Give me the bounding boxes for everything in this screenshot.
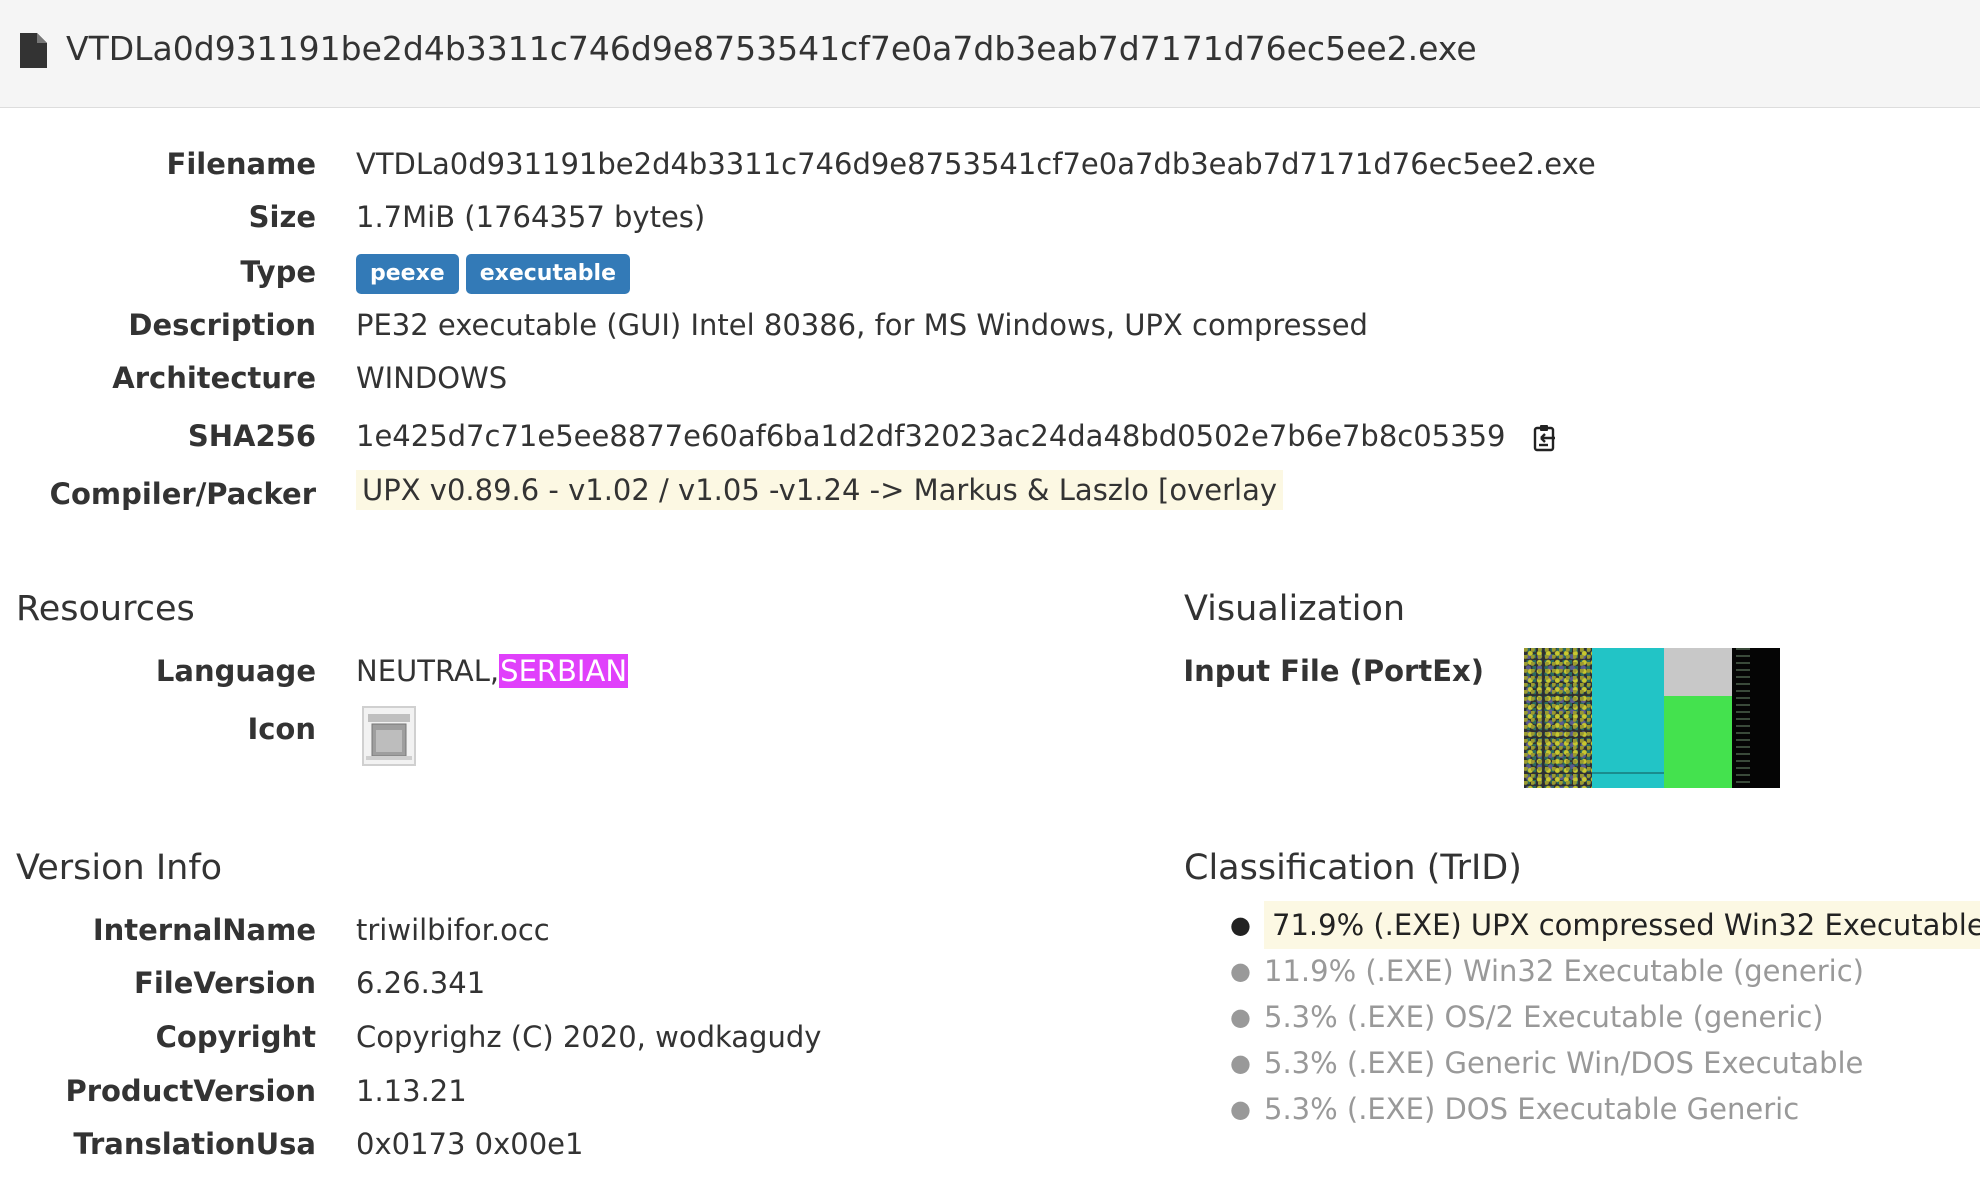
- viz-teal-section: [1592, 648, 1664, 788]
- classification-title: Classification (TrID): [1184, 848, 1522, 888]
- type-badge-executable[interactable]: executable: [465, 254, 631, 294]
- viz-noise-section: [1524, 648, 1592, 788]
- viz-grey-green-section: [1664, 648, 1732, 788]
- fileversion-label: FileVersion: [134, 966, 316, 1000]
- description-label: Description: [128, 308, 316, 342]
- internalname-value: triwilbifor.occ: [356, 913, 550, 947]
- size-label: Size: [248, 200, 316, 234]
- type-badge-peexe[interactable]: peexe: [356, 254, 459, 294]
- sha256-label: SHA256: [187, 419, 316, 453]
- resource-icon-thumbnail[interactable]: [362, 706, 416, 766]
- description-value: PE32 executable (GUI) Intel 80386, for M…: [356, 308, 1368, 342]
- copyright-label: Copyright: [155, 1020, 316, 1054]
- version-info-title: Version Info: [16, 848, 223, 888]
- translation-label: TranslationUsa: [73, 1127, 316, 1161]
- resources-title: Resources: [16, 589, 195, 629]
- packer-label: Compiler/Packer: [49, 477, 316, 511]
- icon-label: Icon: [247, 712, 316, 746]
- input-file-label: Input File (PortEx): [1183, 654, 1484, 688]
- type-label: Type: [240, 255, 316, 289]
- language-neutral: NEUTRAL,: [356, 654, 500, 688]
- size-value: 1.7MiB (1764357 bytes): [356, 200, 706, 234]
- architecture-value: WINDOWS: [356, 361, 508, 395]
- translation-value: 0x0173 0x00e1: [356, 1127, 584, 1161]
- packer-value-wrap: UPX v0.89.6 - v1.02 / v1.05 -v1.24 -> Ma…: [356, 470, 1284, 510]
- language-value: NEUTRAL,SERBIAN: [356, 651, 629, 691]
- clipboard-icon[interactable]: [1533, 424, 1557, 452]
- productversion-value: 1.13.21: [356, 1074, 467, 1108]
- sha256-value: 1e425d7c71e5ee8877e60af6ba1d2df32023ac24…: [356, 419, 1506, 453]
- fileversion-value: 6.26.341: [356, 966, 486, 1000]
- portex-visualization-image[interactable]: [1524, 648, 1780, 788]
- architecture-label: Architecture: [112, 361, 316, 395]
- language-serbian: SERBIAN: [499, 654, 629, 688]
- productversion-label: ProductVersion: [65, 1074, 316, 1108]
- sha256-row: 1e425d7c71e5ee8877e60af6ba1d2df32023ac24…: [356, 416, 1557, 456]
- type-badges: peexe executable: [356, 252, 637, 294]
- page-title: VTDLa0d931191be2d4b3311c746d9e8753541cf7…: [66, 29, 1477, 68]
- packer-value: UPX v0.89.6 - v1.02 / v1.05 -v1.24 -> Ma…: [356, 470, 1284, 510]
- viz-dark-section: [1732, 648, 1780, 788]
- filename-label: Filename: [166, 147, 316, 181]
- file-icon: [20, 33, 47, 68]
- filename-value: VTDLa0d931191be2d4b3311c746d9e8753541cf7…: [356, 147, 1596, 181]
- title-bar: VTDLa0d931191be2d4b3311c746d9e8753541cf7…: [0, 0, 1980, 108]
- language-label: Language: [155, 654, 316, 688]
- copyright-value: Copyrighz (C) 2020, wodkagudy: [356, 1020, 822, 1054]
- visualization-title: Visualization: [1184, 589, 1406, 629]
- internalname-label: InternalName: [92, 913, 316, 947]
